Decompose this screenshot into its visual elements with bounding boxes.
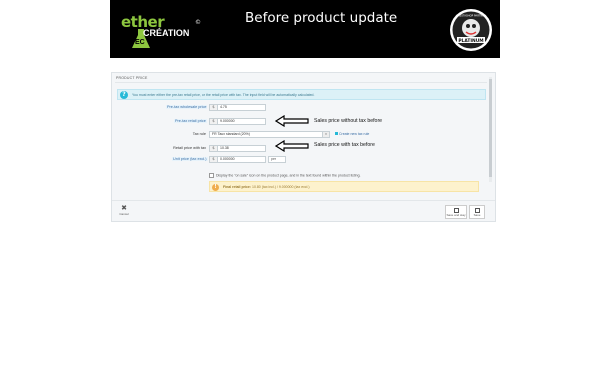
retail-price-with-tax-value: 10.38 [220, 146, 229, 150]
logo-creation-text: CRÉATION [143, 28, 190, 38]
save-and-stay-label: Save and stay [446, 212, 466, 217]
on-sale-checkbox[interactable] [209, 173, 214, 178]
warning-icon: ! [212, 183, 219, 191]
chevron-down-icon: ▾ [322, 132, 329, 137]
retail-price-with-tax-label: Retail price with tax [173, 146, 206, 150]
badge-platinum-text: PLATINUM [458, 38, 483, 44]
final-price-text: Final retail price: 10.80 (tax incl.) / … [223, 185, 310, 189]
badge-partner-text: PRESTASHOP PARTNER [456, 14, 486, 18]
cancel-button[interactable]: ✖ Cancel [117, 204, 131, 217]
pretax-retail-price-value: 9.000000 [220, 119, 235, 123]
annotation-with-tax: Sales price with tax before [314, 142, 375, 148]
create-tax-rule-text: Create new tax rule [339, 132, 370, 136]
scrollbar-thumb[interactable] [489, 79, 492, 177]
wholesale-price-label: Pre-tax wholesale price [166, 105, 208, 109]
unit-price-value: 0.000000 [220, 157, 235, 161]
pretax-retail-price-input[interactable]: $ 9.000000 [209, 118, 266, 125]
unit-per-input[interactable]: per [268, 156, 286, 163]
tax-rule-label: Tax rule [192, 132, 206, 136]
scrollbar[interactable] [489, 77, 492, 182]
currency-symbol: $ [210, 157, 218, 162]
pretax-retail-price-label: Pre-tax retail price [174, 119, 207, 123]
currency-symbol: $ [210, 146, 218, 151]
copyright-icon: © [195, 19, 201, 26]
tax-rule-value: FR Taux standard (20%) [212, 132, 250, 136]
prestashop-platinum-badge: PLATINUM PRESTASHOP PARTNER [450, 9, 492, 51]
logo-ec-text: EC [135, 39, 145, 46]
unit-price-input[interactable]: $ 0.000000 [209, 156, 266, 163]
panel-heading: PRODUCT PRICE [116, 76, 148, 80]
on-sale-option[interactable]: Display the "on sale" icon on the produc… [209, 173, 361, 178]
unit-per-text: per [271, 157, 277, 161]
on-sale-text: Display the "on sale" icon on the produc… [216, 173, 361, 178]
final-price-label: Final retail price: [223, 185, 252, 189]
header-banner: ether EC CRÉATION © Before product updat… [110, 0, 500, 58]
info-alert-text: You must enter either the pre-tax retail… [132, 92, 315, 97]
create-tax-rule-link[interactable]: Create new tax rule [335, 132, 369, 136]
plus-icon [335, 132, 338, 135]
retail-price-with-tax-input[interactable]: $ 10.38 [209, 145, 266, 152]
divider [115, 82, 487, 83]
save-label: Save [473, 212, 481, 217]
left-arrow-icon [275, 140, 309, 152]
ether-creation-logo: ether EC CRÉATION © [119, 12, 201, 50]
close-icon: ✖ [121, 204, 127, 212]
wholesale-price-input[interactable]: $ 4.75 [209, 104, 266, 111]
cancel-label: Cancel [119, 212, 129, 216]
final-price-value: 10.80 (tax incl.) / 9.000000 (tax excl.) [252, 185, 310, 189]
question-icon: ? [120, 91, 128, 99]
wholesale-price-value: 4.75 [220, 105, 227, 109]
left-arrow-icon [275, 115, 309, 127]
annotation-without-tax: Sales price without tax before [314, 118, 383, 124]
currency-symbol: $ [210, 119, 218, 124]
footer-divider [112, 200, 495, 201]
info-alert: ? You must enter either the pre-tax reta… [117, 89, 486, 100]
save-and-stay-button[interactable]: Save and stay [445, 205, 467, 219]
tax-rule-select[interactable]: FR Taux standard (20%) ▾ [209, 131, 330, 138]
currency-symbol: $ [210, 105, 218, 110]
unit-price-label: Unit price (tax excl.) [172, 157, 208, 161]
save-button[interactable]: Save [469, 205, 485, 219]
page-title: Before product update [245, 10, 398, 26]
final-price-alert: ! Final retail price: 10.80 (tax incl.) … [209, 181, 479, 192]
